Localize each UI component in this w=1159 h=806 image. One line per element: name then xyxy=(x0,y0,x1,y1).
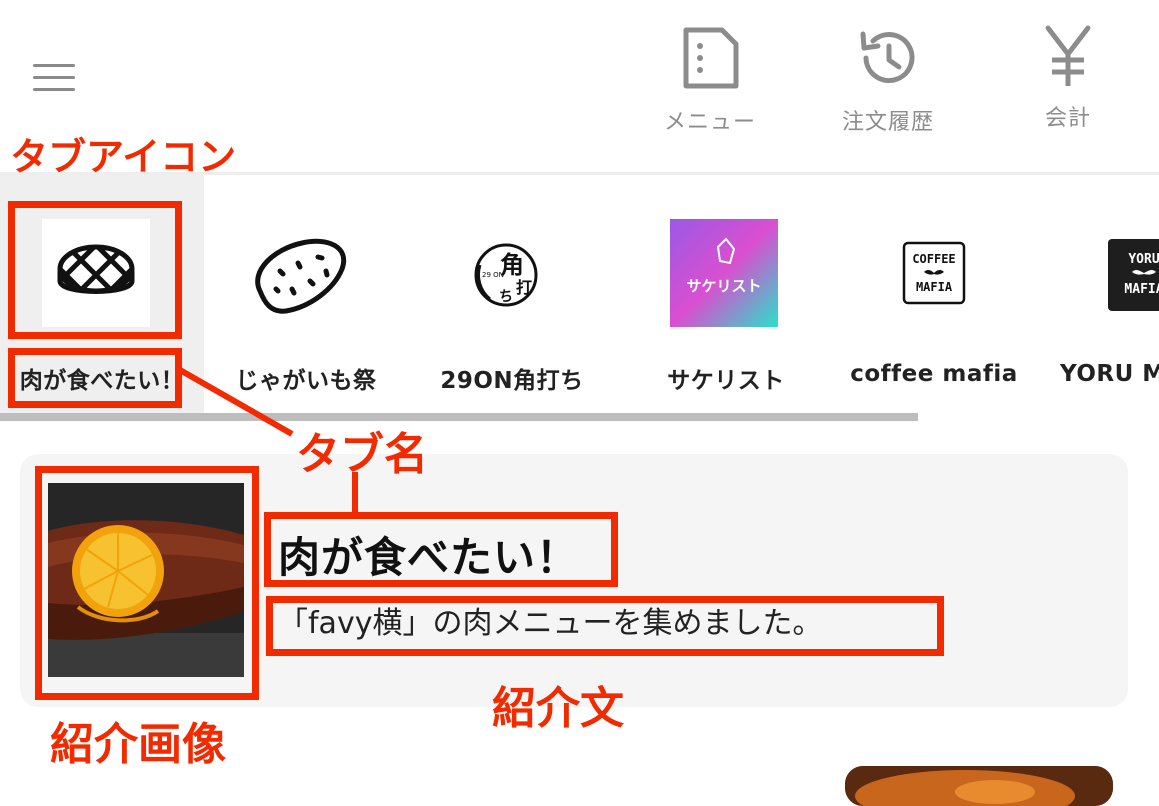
annotation-intro-title-box xyxy=(264,512,618,587)
annotation-intro-image-label: 紹介画像 xyxy=(50,719,226,770)
annotation-tab-name-label: タブ名 xyxy=(296,429,428,480)
annotation-intro-image-box xyxy=(35,466,259,700)
annotation-intro-text-box xyxy=(266,596,944,656)
annotation-intro-text-label: 紹介文 xyxy=(492,683,624,734)
